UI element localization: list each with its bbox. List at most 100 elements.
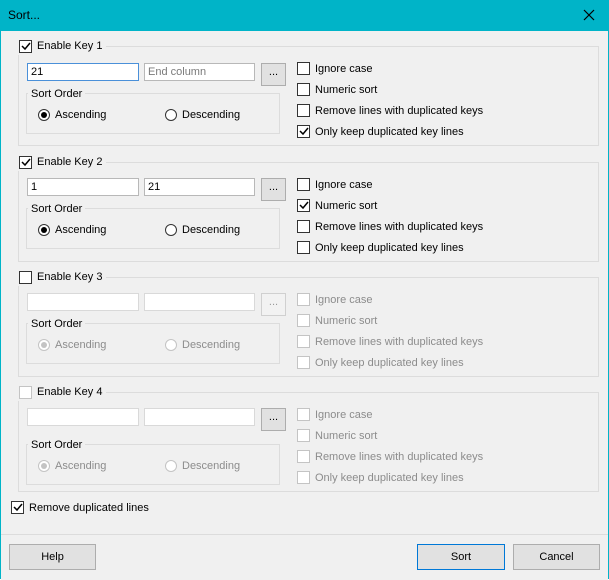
key-1-sort-order: Sort Order Ascending Descending <box>26 88 280 134</box>
key-2-ascending-option[interactable]: Ascending <box>38 224 106 236</box>
key-4-remove-duplicated-keys[interactable]: Remove lines with duplicated keys <box>297 450 483 463</box>
key-2-numeric-sort-checkbox[interactable] <box>297 199 310 212</box>
key-4-only-keep-duplicated-checkbox[interactable] <box>297 471 310 484</box>
key-2-sort-order: Sort Order Ascending Descending <box>26 203 280 249</box>
key-3-ascending-option[interactable]: Ascending <box>38 339 106 351</box>
key-1-browse-button[interactable]: ... <box>261 63 286 86</box>
only-keep-duplicated-label: Only keep duplicated key lines <box>315 471 464 484</box>
key-2-only-keep-duplicated[interactable]: Only keep duplicated key lines <box>297 241 464 254</box>
key-2-enable-label: Enable Key 2 <box>37 156 103 168</box>
key-3-ignore-case[interactable]: Ignore case <box>297 293 372 306</box>
key-1-ignore-case-checkbox[interactable] <box>297 62 310 75</box>
key-4-browse-button[interactable]: ... <box>261 408 286 431</box>
key-3-end-column-input[interactable] <box>144 293 255 311</box>
key-1-group: Enable Key 1 ... Sort Order Ascending De… <box>17 37 599 146</box>
dialog-content: Enable Key 1 ... Sort Order Ascending De… <box>1 31 608 534</box>
key-1-enable[interactable]: Enable Key 1 <box>17 37 107 55</box>
key-3-numeric-sort-checkbox[interactable] <box>297 314 310 327</box>
key-4-end-column-input[interactable] <box>144 408 255 426</box>
key-3-browse-button[interactable]: ... <box>261 293 286 316</box>
key-2-remove-duplicated-keys[interactable]: Remove lines with duplicated keys <box>297 220 483 233</box>
key-4-enable[interactable]: Enable Key 4 <box>17 383 107 401</box>
key-3-ascending-radio[interactable] <box>38 339 50 351</box>
key-1-only-keep-duplicated[interactable]: Only keep duplicated key lines <box>297 125 464 138</box>
key-4-group: Enable Key 4 ... Sort Order Ascending De… <box>17 383 599 492</box>
close-icon[interactable] <box>578 4 600 26</box>
key-3-ignore-case-checkbox[interactable] <box>297 293 310 306</box>
key-4-enable-label: Enable Key 4 <box>37 386 103 398</box>
key-2-browse-button[interactable]: ... <box>261 178 286 201</box>
key-4-ascending-radio[interactable] <box>38 460 50 472</box>
key-1-descending-option[interactable]: Descending <box>165 109 240 121</box>
key-1-end-column-input[interactable] <box>144 63 255 81</box>
key-4-enable-checkbox[interactable] <box>19 385 32 399</box>
key-2-ascending-radio[interactable] <box>38 224 50 236</box>
key-2-ignore-case[interactable]: Ignore case <box>297 178 372 191</box>
key-1-numeric-sort[interactable]: Numeric sort <box>297 83 377 96</box>
key-3-enable-label: Enable Key 3 <box>37 271 103 283</box>
key-2-enable-checkbox[interactable] <box>19 155 32 169</box>
key-1-remove-duplicated-keys[interactable]: Remove lines with duplicated keys <box>297 104 483 117</box>
key-4-descending-radio[interactable] <box>165 460 177 472</box>
checkmark-icon <box>21 158 31 166</box>
key-3-only-keep-duplicated[interactable]: Only keep duplicated key lines <box>297 356 464 369</box>
checkmark-icon <box>13 503 23 512</box>
key-2-enable[interactable]: Enable Key 2 <box>17 153 107 171</box>
descending-label: Descending <box>182 224 241 236</box>
key-4-ascending-option[interactable]: Ascending <box>38 460 106 472</box>
key-1-start-column-input[interactable] <box>27 63 139 81</box>
key-2-only-keep-duplicated-checkbox[interactable] <box>297 241 310 254</box>
numeric-sort-label: Numeric sort <box>315 314 378 327</box>
key-2-start-column-input[interactable] <box>27 178 139 196</box>
remove-duplicated-keys-label: Remove lines with duplicated keys <box>315 450 484 463</box>
remove-duplicated-lines[interactable]: Remove duplicated lines <box>11 501 149 514</box>
sort-order-label: Sort Order <box>28 439 86 451</box>
key-3-start-column-input[interactable] <box>27 293 139 311</box>
key-1-remove-duplicated-keys-checkbox[interactable] <box>297 104 310 117</box>
help-button[interactable]: Help <box>9 544 96 570</box>
key-2-remove-duplicated-keys-checkbox[interactable] <box>297 220 310 233</box>
only-keep-duplicated-label: Only keep duplicated key lines <box>315 241 464 254</box>
ascending-label: Ascending <box>55 460 107 472</box>
ascending-label: Ascending <box>55 109 107 121</box>
key-4-ignore-case-checkbox[interactable] <box>297 408 310 421</box>
key-2-descending-radio[interactable] <box>165 224 177 236</box>
key-4-remove-duplicated-keys-checkbox[interactable] <box>297 450 310 463</box>
cancel-button[interactable]: Cancel <box>513 544 600 570</box>
key-4-ignore-case[interactable]: Ignore case <box>297 408 372 421</box>
key-3-group: Enable Key 3 ... Sort Order Ascending De… <box>17 268 599 377</box>
key-1-enable-label: Enable Key 1 <box>37 40 103 52</box>
key-1-ascending-option[interactable]: Ascending <box>38 109 106 121</box>
key-2-ignore-case-checkbox[interactable] <box>297 178 310 191</box>
remove-duplicated-lines-checkbox[interactable] <box>11 501 24 514</box>
key-4-numeric-sort[interactable]: Numeric sort <box>297 429 377 442</box>
key-2-numeric-sort[interactable]: Numeric sort <box>297 199 377 212</box>
key-3-enable[interactable]: Enable Key 3 <box>17 268 107 286</box>
key-3-enable-checkbox[interactable] <box>19 270 32 284</box>
key-4-descending-option[interactable]: Descending <box>165 460 240 472</box>
remove-duplicated-lines-label: Remove duplicated lines <box>29 501 149 514</box>
key-3-remove-duplicated-keys[interactable]: Remove lines with duplicated keys <box>297 335 483 348</box>
key-1-numeric-sort-checkbox[interactable] <box>297 83 310 96</box>
button-bar: Help Sort Cancel <box>1 534 608 580</box>
key-3-descending-radio[interactable] <box>165 339 177 351</box>
key-4-only-keep-duplicated[interactable]: Only keep duplicated key lines <box>297 471 464 484</box>
key-4-start-column-input[interactable] <box>27 408 139 426</box>
key-3-numeric-sort[interactable]: Numeric sort <box>297 314 377 327</box>
key-4-numeric-sort-checkbox[interactable] <box>297 429 310 442</box>
ignore-case-label: Ignore case <box>315 62 373 75</box>
key-1-only-keep-duplicated-checkbox[interactable] <box>297 125 310 138</box>
key-1-enable-checkbox[interactable] <box>19 39 32 53</box>
descending-label: Descending <box>182 109 241 121</box>
key-3-only-keep-duplicated-checkbox[interactable] <box>297 356 310 369</box>
sort-button[interactable]: Sort <box>417 544 505 570</box>
key-2-descending-option[interactable]: Descending <box>165 224 240 236</box>
remove-duplicated-keys-label: Remove lines with duplicated keys <box>315 220 484 233</box>
key-2-end-column-input[interactable] <box>144 178 255 196</box>
key-1-ascending-radio[interactable] <box>38 109 50 121</box>
key-3-descending-option[interactable]: Descending <box>165 339 240 351</box>
ignore-case-label: Ignore case <box>315 293 373 306</box>
key-1-descending-radio[interactable] <box>165 109 177 121</box>
key-3-remove-duplicated-keys-checkbox[interactable] <box>297 335 310 348</box>
key-1-ignore-case[interactable]: Ignore case <box>297 62 372 75</box>
